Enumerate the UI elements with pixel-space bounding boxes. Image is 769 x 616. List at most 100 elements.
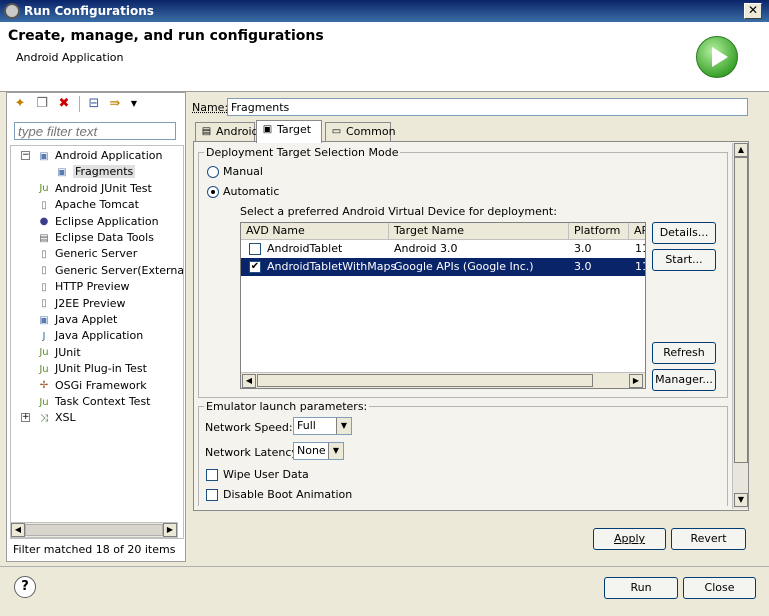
tree-item[interactable]: − ▣ Android Application xyxy=(21,148,163,164)
scroll-up-icon[interactable]: ▲ xyxy=(734,143,748,157)
tree-item[interactable]: ▣ Java Applet xyxy=(37,312,117,328)
tree-item[interactable]: Ju Task Context Test xyxy=(37,394,151,410)
tree-item[interactable]: ✢ OSGi Framework xyxy=(37,378,147,394)
chevron-down-icon: ▼ xyxy=(328,443,343,459)
scroll-thumb[interactable] xyxy=(734,157,748,463)
title-bar: Run Configurations ✕ xyxy=(0,0,769,22)
tab-common[interactable]: ▭ Common xyxy=(325,122,396,142)
table-row[interactable]: ✔ AndroidTabletWithMaps Google APIs (Goo… xyxy=(241,258,645,276)
close-button[interactable]: Close xyxy=(683,577,756,599)
tree-item[interactable]: ▯ Generic Server(External La xyxy=(37,263,183,279)
avd-checkbox[interactable]: ✔ xyxy=(249,261,261,273)
filter-status: Filter matched 18 of 20 items xyxy=(13,543,176,556)
view-menu-chevron-down-icon[interactable]: ▼ xyxy=(126,96,142,112)
tree-item-label: HTTP Preview xyxy=(55,280,130,294)
tree-item[interactable]: Ju JUnit xyxy=(37,345,81,361)
tree-item[interactable]: ▯ Apache Tomcat xyxy=(37,197,139,213)
avd-target: Android 3.0 xyxy=(394,242,458,255)
scroll-thumb[interactable] xyxy=(257,374,593,387)
start-button[interactable]: Start... xyxy=(652,249,716,271)
scroll-right-icon[interactable]: ▶ xyxy=(163,523,177,537)
tree-item-label: OSGi Framework xyxy=(55,378,147,392)
automatic-radio[interactable] xyxy=(207,186,219,198)
manual-label: Manual xyxy=(223,165,263,178)
details-button[interactable]: Details... xyxy=(652,222,716,244)
scroll-left-icon[interactable]: ◀ xyxy=(242,374,256,388)
java-app-icon: J xyxy=(42,330,46,342)
collapse-icon[interactable]: − xyxy=(21,151,30,160)
config-tree: − ▣ Android Application ▣ Fragments Ju Android… xyxy=(10,145,184,539)
column-header-avd-name[interactable]: AVD Name xyxy=(241,223,389,240)
tree-item-label: Task Context Test xyxy=(55,395,151,408)
run-button[interactable]: Run xyxy=(604,577,678,599)
tree-item-label: Eclipse Data Tools xyxy=(55,231,154,244)
tree-item[interactable]: ▯ HTTP Preview xyxy=(37,279,129,295)
tree-item[interactable]: ▯ J2EE Preview xyxy=(37,296,125,312)
avd-api: 11 xyxy=(635,242,645,255)
tree-item-label: Eclipse Application xyxy=(55,214,159,228)
tree-item[interactable]: ● Eclipse Application xyxy=(37,214,159,230)
tree-item[interactable]: ▣ Fragments xyxy=(55,164,136,180)
apply-button[interactable]: Apply xyxy=(593,528,666,550)
new-config-icon[interactable]: ✦ xyxy=(12,96,28,112)
delete-config-icon[interactable]: ✖ xyxy=(56,96,72,112)
android-app-icon: ▣ xyxy=(39,150,49,162)
tab-label: Target xyxy=(277,123,312,136)
expand-icon[interactable]: + xyxy=(21,413,30,423)
column-header-api[interactable]: AP xyxy=(629,223,645,240)
filter-input[interactable] xyxy=(14,122,176,140)
footer-divider xyxy=(0,566,769,567)
disable-boot-animation-checkbox[interactable] xyxy=(206,489,218,501)
scroll-down-icon[interactable]: ▼ xyxy=(734,493,748,507)
wipe-user-data-label: Wipe User Data xyxy=(223,468,309,481)
tree-item[interactable]: Ju Android JUnit Test xyxy=(37,181,151,197)
network-latency-label: Network Latency: xyxy=(205,446,301,459)
tree-item-label: JUnit xyxy=(55,345,81,359)
table-row[interactable]: AndroidTablet Android 3.0 3.0 11 xyxy=(241,240,645,258)
window-close-button[interactable]: ✕ xyxy=(744,3,762,19)
collapse-all-icon[interactable]: ⊟ xyxy=(86,96,102,112)
tab-target[interactable]: ▣ Target xyxy=(256,120,322,143)
help-icon[interactable]: ? xyxy=(14,576,36,598)
wipe-user-data-checkbox[interactable] xyxy=(206,469,218,481)
tree-horizontal-scrollbar[interactable]: ◀ ▶ xyxy=(10,522,178,538)
revert-button[interactable]: Revert xyxy=(671,528,746,550)
duplicate-config-icon[interactable]: ❐ xyxy=(34,96,50,112)
network-latency-select[interactable]: None ▼ xyxy=(293,442,344,460)
eclipse-window-icon xyxy=(4,3,20,19)
automatic-label: Automatic xyxy=(223,185,280,198)
tab-label: Android xyxy=(216,125,259,138)
tab-android[interactable]: ▤ Android xyxy=(195,122,259,142)
tree-item[interactable]: ▤ Eclipse Data Tools xyxy=(37,230,154,246)
target-tab-icon: ▣ xyxy=(262,124,273,135)
scroll-right-icon[interactable]: ▶ xyxy=(629,374,643,388)
scroll-thumb[interactable] xyxy=(25,524,163,536)
junit-icon: Ju xyxy=(39,396,49,408)
tab-vertical-scrollbar[interactable]: ▲ ▼ xyxy=(732,143,748,509)
tree-item-label: Generic Server xyxy=(55,247,138,261)
tomcat-icon: ▯ xyxy=(41,199,47,211)
avd-checkbox[interactable] xyxy=(249,243,261,255)
junit-plugin-icon: Ju xyxy=(39,363,49,375)
column-header-target-name[interactable]: Target Name xyxy=(389,223,569,240)
tree-item[interactable]: ▯ Generic Server xyxy=(37,246,137,262)
network-speed-select[interactable]: Full ▼ xyxy=(293,417,352,435)
header-subtitle: Android Application xyxy=(16,51,124,64)
tree-item-label: XSL xyxy=(55,411,76,425)
tree-item-label: J2EE Preview xyxy=(55,296,126,310)
manager-button[interactable]: Manager... xyxy=(652,369,716,391)
tree-item[interactable]: + ⤨ XSL xyxy=(21,410,76,426)
manual-radio[interactable] xyxy=(207,166,219,178)
filter-icon[interactable]: ⇛ xyxy=(107,96,123,112)
config-icon: ▣ xyxy=(57,166,67,178)
scroll-left-icon[interactable]: ◀ xyxy=(11,523,25,537)
tree-item[interactable]: J Java Application xyxy=(37,328,144,344)
column-header-platform[interactable]: Platform xyxy=(569,223,629,240)
avd-prompt: Select a preferred Android Virtual Devic… xyxy=(240,205,557,218)
name-input[interactable] xyxy=(227,98,748,116)
deployment-legend: Deployment Target Selection Mode xyxy=(204,146,401,159)
tree-item[interactable]: Ju JUnit Plug-in Test xyxy=(37,361,147,377)
refresh-button[interactable]: Refresh xyxy=(652,342,716,364)
osgi-icon: ✢ xyxy=(39,380,49,392)
table-horizontal-scrollbar[interactable]: ◀ ▶ xyxy=(241,372,645,388)
